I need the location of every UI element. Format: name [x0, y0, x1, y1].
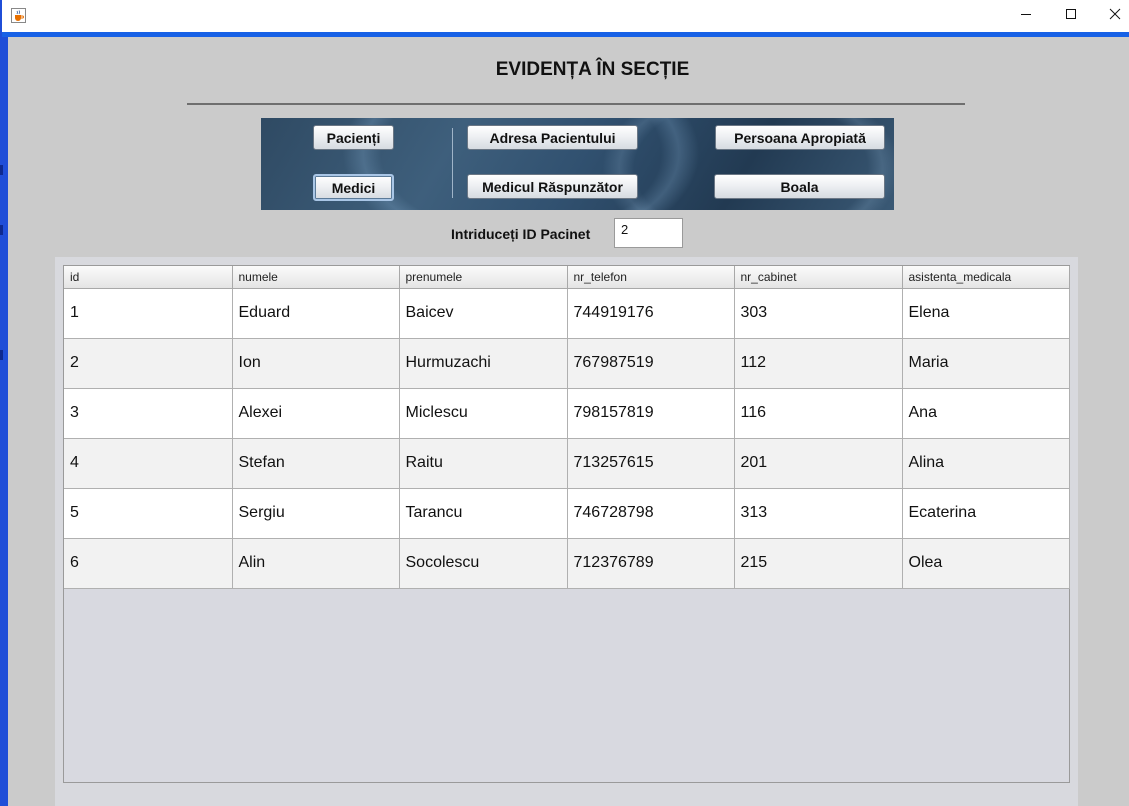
minimize-icon [1020, 7, 1032, 25]
title-separator [187, 103, 965, 105]
table-row[interactable]: 3 Alexei Miclescu 798157819 116 Ana [64, 388, 1070, 439]
table-cell[interactable]: Baicev [399, 288, 568, 339]
java-cup-icon [11, 8, 26, 23]
edge-mark [0, 225, 3, 235]
patient-id-input[interactable] [614, 218, 683, 248]
column-header-asistenta-medicala[interactable]: asistenta_medicala [902, 266, 1070, 289]
table-cell[interactable]: 713257615 [567, 438, 735, 489]
panel-divider [452, 128, 453, 198]
table-cell[interactable]: 2 [64, 338, 233, 389]
table-cell[interactable]: 746728798 [567, 488, 735, 539]
table-cell[interactable]: 1 [64, 288, 233, 339]
table-row[interactable]: 6 Alin Socolescu 712376789 215 Olea [64, 538, 1070, 589]
boala-button[interactable]: Boala [714, 174, 885, 199]
table-cell[interactable]: Alin [232, 538, 400, 589]
column-header-id[interactable]: id [64, 266, 233, 289]
table-row[interactable]: 2 Ion Hurmuzachi 767987519 112 Maria [64, 338, 1070, 389]
table-header-row: id numele prenumele nr_telefon nr_cabine… [64, 266, 1070, 289]
table-cell[interactable]: 215 [734, 538, 903, 589]
maximize-icon [1065, 7, 1077, 25]
table-cell[interactable]: 201 [734, 438, 903, 489]
table-cell[interactable]: Ana [902, 388, 1070, 439]
table-cell[interactable]: 712376789 [567, 538, 735, 589]
close-icon [1109, 7, 1121, 25]
table-cell[interactable]: Alina [902, 438, 1070, 489]
edge-mark [0, 165, 3, 175]
table-cell[interactable]: 3 [64, 388, 233, 439]
column-header-nr-cabinet[interactable]: nr_cabinet [734, 266, 903, 289]
column-header-prenumele[interactable]: prenumele [399, 266, 568, 289]
medicul-raspunzator-button[interactable]: Medicul Răspunzător [467, 174, 638, 199]
patient-id-label: Intriduceți ID Pacinet [451, 226, 591, 242]
table-row[interactable]: 4 Stefan Raitu 713257615 201 Alina [64, 438, 1070, 489]
column-header-nr-telefon[interactable]: nr_telefon [567, 266, 735, 289]
table-cell[interactable]: Ecaterina [902, 488, 1070, 539]
table-cell[interactable]: Alexei [232, 388, 400, 439]
medici-button[interactable]: Medici [313, 174, 394, 201]
table-cell[interactable]: Raitu [399, 438, 568, 489]
table-cell[interactable]: 112 [734, 338, 903, 389]
table-cell[interactable]: 6 [64, 538, 233, 589]
table-cell[interactable]: Socolescu [399, 538, 568, 589]
table-cell[interactable]: 116 [734, 388, 903, 439]
pacienti-button[interactable]: Pacienți [313, 125, 394, 150]
edge-mark [0, 350, 3, 360]
navigation-panel: Pacienți Medici Adresa Pacientului Medic… [261, 118, 894, 210]
maximize-button[interactable] [1048, 0, 1094, 32]
column-header-numele[interactable]: numele [232, 266, 400, 289]
persoana-apropiata-button[interactable]: Persoana Apropiată [715, 125, 885, 150]
table-cell[interactable]: Hurmuzachi [399, 338, 568, 389]
table-cell[interactable]: 313 [734, 488, 903, 539]
table-cell[interactable]: Maria [902, 338, 1070, 389]
adresa-pacientului-button[interactable]: Adresa Pacientului [467, 125, 638, 150]
table-cell[interactable]: Sergiu [232, 488, 400, 539]
table-row[interactable]: 5 Sergiu Tarancu 746728798 313 Ecaterina [64, 488, 1070, 539]
desktop-edge [0, 0, 8, 806]
table-cell[interactable]: 303 [734, 288, 903, 339]
table-cell[interactable]: Olea [902, 538, 1070, 589]
title-bar [2, 0, 1129, 33]
table-cell[interactable]: Tarancu [399, 488, 568, 539]
table-cell[interactable]: 744919176 [567, 288, 735, 339]
table-cell[interactable]: Elena [902, 288, 1070, 339]
table-cell[interactable]: Ion [232, 338, 400, 389]
table-cell[interactable]: 767987519 [567, 338, 735, 389]
table-cell[interactable]: 4 [64, 438, 233, 489]
table-cell[interactable]: 5 [64, 488, 233, 539]
table-cell[interactable]: Eduard [232, 288, 400, 339]
table-row[interactable]: 1 Eduard Baicev 744919176 303 Elena [64, 288, 1070, 339]
page-title: EVIDENȚA ÎN SECȚIE [495, 59, 690, 80]
table-cell[interactable]: Stefan [232, 438, 400, 489]
close-button[interactable] [1092, 0, 1129, 32]
minimize-button[interactable] [1003, 0, 1049, 32]
table-cell[interactable]: Miclescu [399, 388, 568, 439]
table-cell[interactable]: 798157819 [567, 388, 735, 439]
patients-table[interactable]: id numele prenumele nr_telefon nr_cabine… [63, 265, 1070, 783]
